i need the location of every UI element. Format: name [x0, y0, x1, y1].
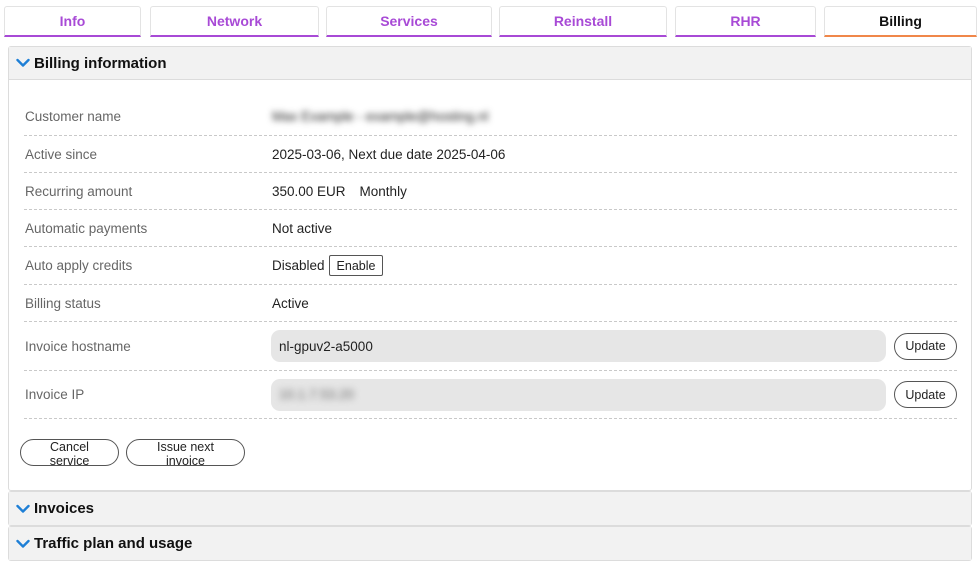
enable-credits-button[interactable]: Enable [328, 255, 384, 276]
auto-apply-credits-label: Auto apply credits [25, 258, 133, 273]
tab-services[interactable]: Services [326, 6, 492, 37]
active-since-label: Active since [25, 146, 98, 162]
row-invoice-hostname: Invoice hostname nl-gpuv2-a5000 Update [24, 322, 957, 371]
billing-status-label: Billing status [25, 295, 101, 311]
billing-information-panel: Billing information Customer name Max Ex… [8, 46, 972, 491]
invoice-ip-input[interactable]: 10.1.7.53.20 [271, 378, 886, 411]
billing-information-header[interactable]: Billing information [9, 47, 971, 80]
row-auto-apply-credits: Auto apply credits Disabled Enable [24, 247, 957, 285]
chevron-down-icon [15, 55, 31, 71]
invoice-hostname-input[interactable]: nl-gpuv2-a5000 [271, 330, 886, 362]
update-ip-button[interactable]: Update [894, 381, 957, 408]
invoice-hostname-label: Invoice hostname [25, 338, 131, 354]
recurring-amount-label: Recurring amount [25, 183, 133, 199]
auto-apply-credits-value: Disabled Enable [272, 255, 384, 276]
issue-next-invoice-button[interactable]: Issue next invoice [126, 439, 245, 468]
row-invoice-ip: Invoice IP 10.1.7.53.20 Update [24, 371, 957, 419]
automatic-payments-label: Automatic payments [25, 220, 148, 236]
invoice-hostname-value: nl-gpuv2-a5000 [279, 338, 373, 354]
billing-details: Customer name Max Example - example@host… [24, 98, 957, 419]
chevron-down-icon [15, 501, 31, 517]
traffic-plan-header[interactable]: Traffic plan and usage [9, 527, 971, 560]
invoice-ip-value: 10.1.7.53.20 [279, 387, 355, 402]
auto-apply-credits-status: Disabled [272, 258, 325, 273]
row-recurring-amount: Recurring amount 350.00 EUR Monthly [24, 173, 957, 210]
automatic-payments-value: Not active [272, 220, 333, 236]
customer-name-value: Max Example - example@hosting.nl [272, 109, 489, 124]
row-billing-status: Billing status Active [24, 285, 957, 322]
tab-rhr[interactable]: RHR [675, 6, 816, 37]
billing-status-value: Active [272, 295, 309, 311]
tab-network[interactable]: Network [150, 6, 319, 37]
invoices-title: Invoices [34, 500, 95, 517]
tab-bar: Info Network Services Reinstall RHR Bill… [0, 0, 979, 38]
billing-information-title: Billing information [34, 54, 167, 72]
invoice-ip-label: Invoice IP [25, 387, 85, 402]
active-since-value: 2025-03-06, Next due date 2025-04-06 [272, 146, 506, 162]
invoices-header[interactable]: Invoices [9, 492, 971, 525]
tab-info[interactable]: Info [4, 6, 141, 37]
row-customer-name: Customer name Max Example - example@host… [24, 98, 957, 136]
invoices-panel: Invoices [8, 491, 972, 526]
cancel-service-button[interactable]: Cancel service [20, 439, 119, 468]
tab-reinstall[interactable]: Reinstall [499, 6, 667, 37]
recurring-amount: 350.00 EUR [272, 183, 346, 199]
row-automatic-payments: Automatic payments Not active [24, 210, 957, 247]
chevron-down-icon [15, 536, 31, 552]
row-active-since: Active since 2025-03-06, Next due date 2… [24, 136, 957, 173]
traffic-plan-title: Traffic plan and usage [34, 535, 193, 552]
recurring-period: Monthly [359, 183, 407, 199]
recurring-amount-value: 350.00 EUR Monthly [272, 184, 407, 199]
tab-billing[interactable]: Billing [824, 6, 977, 37]
traffic-plan-panel: Traffic plan and usage [8, 526, 972, 561]
customer-name-label: Customer name [25, 109, 122, 124]
update-hostname-button[interactable]: Update [894, 332, 957, 360]
